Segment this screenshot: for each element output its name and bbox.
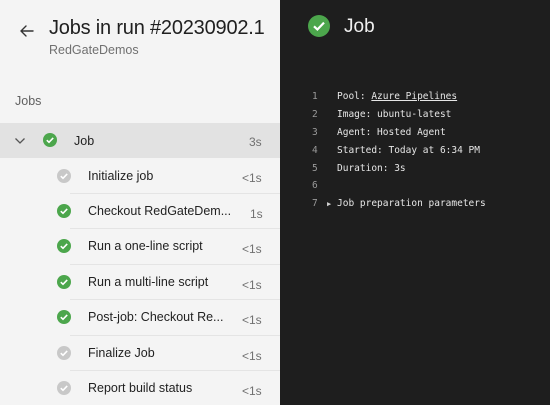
log-text: Job preparation parameters (337, 198, 486, 210)
log-line-collapsible[interactable]: 7 ▶ Job preparation parameters (312, 195, 486, 213)
success-check-icon (57, 275, 71, 289)
step-duration: <1s (242, 349, 262, 363)
job-detail-title: Job (344, 16, 375, 37)
skipped-check-icon (57, 169, 71, 183)
step-duration: <1s (242, 242, 262, 256)
line-number: 3 (312, 126, 318, 138)
success-check-icon (57, 204, 71, 218)
step-label: Finalize Job (88, 346, 155, 360)
jobs-section-label: Jobs (15, 94, 42, 108)
log-text: Started: Today at 6:34 PM (337, 144, 480, 156)
step-row[interactable]: Run a multi-line script <1s (0, 265, 280, 300)
step-label: Report build status (88, 381, 193, 395)
job-label: Job (74, 134, 95, 148)
step-label: Checkout RedGateDem... (88, 204, 232, 218)
log-text: Agent: Hosted Agent (337, 126, 446, 138)
line-number: 7 (312, 198, 318, 210)
log-text: Image: ubuntu-latest (337, 109, 452, 121)
step-row[interactable]: Post-job: Checkout Re... <1s (0, 300, 280, 335)
log-text: Duration: 3s (337, 162, 406, 174)
success-check-icon (57, 310, 71, 324)
log-line: 2 Image: ubuntu-latest (312, 106, 451, 124)
step-row[interactable]: Finalize Job <1s (0, 336, 280, 371)
log-line: 4 Started: Today at 6:34 PM (312, 141, 480, 159)
pool-link[interactable]: Azure Pipelines (371, 91, 457, 102)
step-duration: <1s (242, 278, 262, 292)
step-row[interactable]: Run a one-line script <1s (0, 229, 280, 264)
step-label: Initialize job (88, 169, 154, 183)
page-title: Jobs in run #20230902.1 (49, 17, 265, 39)
log-line: 1 Pool: Azure Pipelines (312, 88, 457, 106)
success-check-icon (57, 239, 71, 253)
step-row[interactable]: Initialize job <1s (0, 158, 280, 193)
line-number: 1 (312, 91, 318, 103)
log-text: Pool: Azure Pipelines (337, 91, 457, 102)
step-label: Run a multi-line script (88, 275, 209, 289)
chevron-down-icon[interactable] (13, 134, 27, 148)
step-duration: <1s (242, 171, 262, 185)
skipped-check-icon (57, 346, 71, 360)
success-check-icon (308, 15, 330, 37)
line-number: 4 (312, 144, 318, 156)
log-line: 3 Agent: Hosted Agent (312, 124, 446, 142)
log-line: 6 (312, 177, 324, 195)
job-log: 1 Pool: Azure Pipelines 2 Image: ubuntu-… (312, 88, 486, 213)
pipeline-name: RedGateDemos (49, 43, 139, 57)
step-row[interactable]: Report build status <1s (0, 371, 280, 405)
step-label: Run a one-line script (88, 239, 203, 253)
jobs-panel: Jobs in run #20230902.1 RedGateDemos Job… (0, 0, 280, 405)
back-arrow-icon[interactable] (17, 21, 37, 41)
job-duration: 3s (249, 135, 262, 149)
step-duration: 1s (250, 207, 263, 221)
line-number: 5 (312, 162, 318, 174)
line-number: 2 (312, 109, 318, 121)
log-prefix: Pool: (337, 91, 372, 103)
success-check-icon (43, 133, 57, 147)
step-label: Post-job: Checkout Re... (88, 310, 224, 324)
job-row[interactable]: Job 3s (0, 123, 280, 158)
step-row[interactable]: Checkout RedGateDem... 1s (0, 194, 280, 229)
step-duration: <1s (242, 313, 262, 327)
step-duration: <1s (242, 384, 262, 398)
expand-triangle-icon[interactable]: ▶ (327, 200, 331, 208)
log-line: 5 Duration: 3s (312, 159, 406, 177)
line-number: 6 (312, 180, 318, 192)
skipped-check-icon (57, 381, 71, 395)
